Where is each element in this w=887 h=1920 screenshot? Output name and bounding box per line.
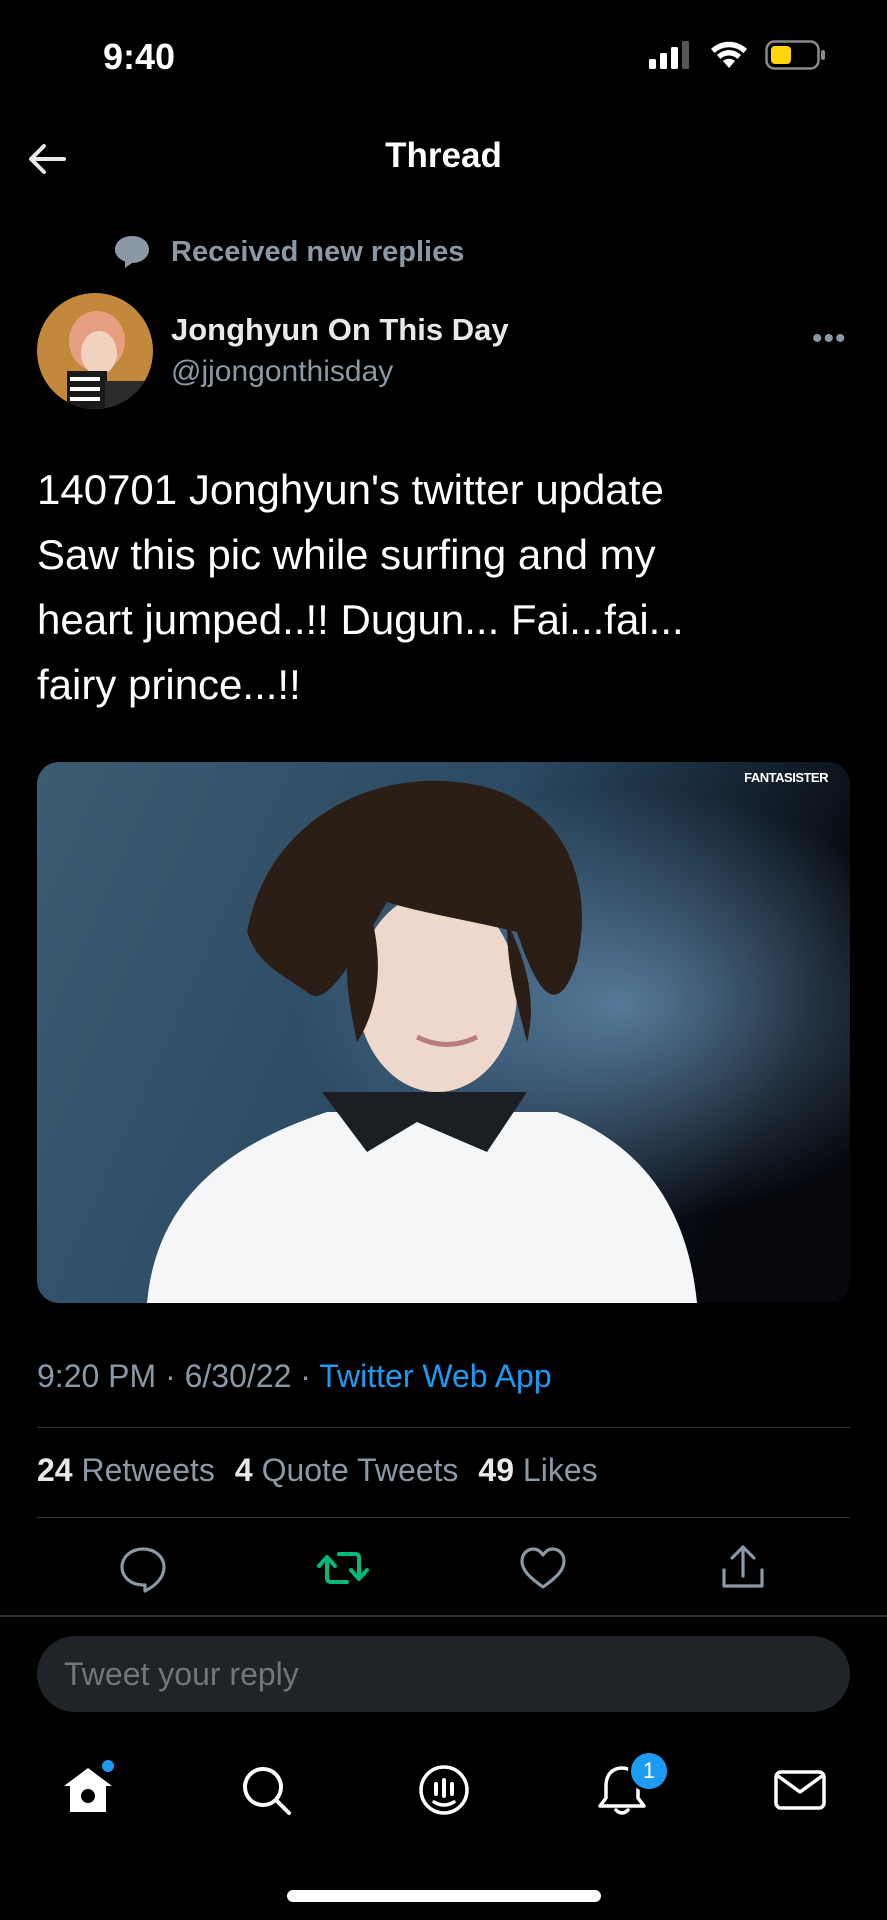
tweet-photo[interactable]: FANTASISTER xyxy=(37,762,850,1303)
media-watermark: FANTASISTER xyxy=(744,770,828,785)
notifications-badge: 1 xyxy=(628,1750,670,1792)
tweet-stats: 24 Retweets 4 Quote Tweets 49 Likes xyxy=(37,1452,598,1489)
reply-input[interactable] xyxy=(37,1636,804,1712)
spaces-tab-icon[interactable] xyxy=(414,1760,474,1820)
author-handle[interactable]: @jjongonthisday xyxy=(171,355,393,389)
retweets-stat[interactable]: 24 Retweets xyxy=(37,1452,215,1489)
more-options-icon[interactable]: ••• xyxy=(812,322,847,356)
home-tab-icon[interactable] xyxy=(58,1760,118,1820)
meta-separator: · xyxy=(300,1358,311,1394)
divider xyxy=(37,1517,850,1518)
divider xyxy=(37,1427,850,1428)
tweet-date: 6/30/22 xyxy=(184,1358,292,1394)
like-icon[interactable] xyxy=(515,1540,571,1596)
received-replies-notice[interactable]: Received new replies xyxy=(171,236,464,269)
avatar[interactable] xyxy=(37,293,153,409)
reply-icon[interactable] xyxy=(115,1540,171,1596)
meta-separator: · xyxy=(165,1358,176,1394)
status-time: 9:40 xyxy=(103,36,176,77)
share-icon[interactable] xyxy=(715,1540,771,1596)
divider xyxy=(0,1615,887,1617)
signal-icon xyxy=(649,41,689,69)
reply-box[interactable] xyxy=(37,1636,850,1712)
page-title: Thread xyxy=(385,136,502,175)
home-indicator xyxy=(287,1890,601,1902)
author-name[interactable]: Jonghyun On This Day xyxy=(171,312,509,348)
tweet-source-link[interactable]: Twitter Web App xyxy=(319,1358,551,1394)
tweet-meta: 9:20 PM · 6/30/22 · Twitter Web App xyxy=(37,1358,552,1395)
likes-stat[interactable]: 49 Likes xyxy=(478,1452,597,1489)
retweet-icon[interactable] xyxy=(315,1540,371,1596)
wifi-icon xyxy=(711,41,747,68)
search-tab-icon[interactable] xyxy=(236,1760,296,1820)
tweet-text: 140701 Jonghyun's twitter update Saw thi… xyxy=(37,466,684,708)
status-icons xyxy=(649,40,827,70)
tweet-time: 9:20 PM xyxy=(37,1358,157,1394)
battery-icon xyxy=(765,40,825,70)
reply-bubble-icon xyxy=(115,236,149,268)
quote-tweets-stat[interactable]: 4 Quote Tweets xyxy=(235,1452,459,1489)
messages-tab-icon[interactable] xyxy=(770,1760,830,1820)
tweet-actions xyxy=(37,1540,850,1596)
